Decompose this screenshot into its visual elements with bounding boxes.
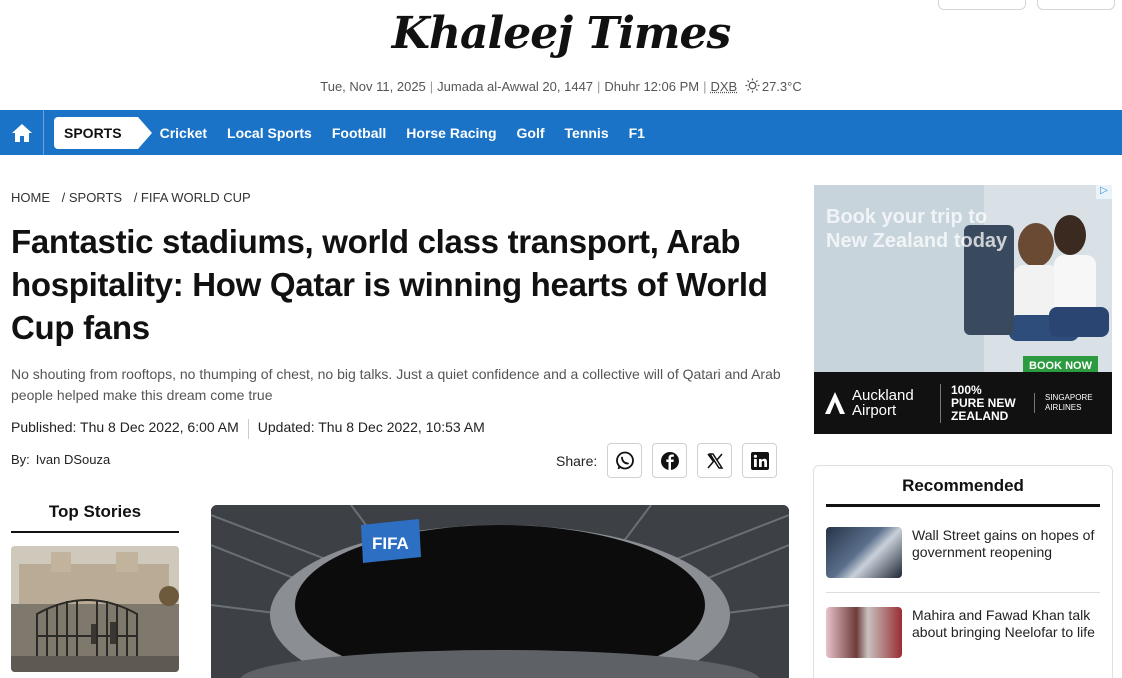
share-label: Share:: [556, 452, 598, 469]
linkedin-icon: [750, 451, 769, 470]
ad-sponsor-bar: Auckland Airport 100% PURE NEW ZEALAND S…: [814, 372, 1112, 434]
nav-link-f1[interactable]: F1: [629, 125, 645, 141]
divider: [247, 419, 249, 439]
top-stories-heading: Top Stories: [11, 502, 179, 533]
x-icon: [707, 452, 724, 469]
recommended-thumb: [826, 527, 902, 578]
article-summary: No shouting from rooftops, no thumping o…: [11, 366, 781, 403]
facebook-icon: [660, 451, 679, 470]
fifa-sign-text: FIFA: [372, 534, 409, 553]
home-icon: [11, 123, 32, 142]
recommended-panel: Recommended Wall Street gains on hopes o…: [813, 465, 1113, 678]
byline: By: Ivan DSouza: [11, 452, 110, 467]
hijri-date: Jumada al-Awwal 20, 1447: [437, 79, 594, 94]
breadcrumb-world-cup[interactable]: / FIFA WORLD CUP: [134, 190, 251, 205]
airport-logo-icon: [825, 392, 845, 414]
gregorian-date: Tue, Nov 11, 2025: [320, 79, 426, 94]
recommended-title[interactable]: Wall Street gains on hopes of government…: [912, 527, 1100, 578]
recommended-heading: Recommended: [826, 476, 1100, 507]
top-story-image[interactable]: [11, 546, 179, 672]
share-whatsapp-button[interactable]: [607, 443, 643, 478]
site-logo[interactable]: Khaleej Times: [0, 8, 1122, 59]
breadcrumb: HOME / SPORTS / FIFA WORLD CUP: [11, 190, 259, 205]
recommended-item[interactable]: Mahira and Fawad Khan talk about bringin…: [826, 593, 1100, 672]
logo-text: Khaleej Times: [391, 8, 731, 59]
breadcrumb-sports[interactable]: / SPORTS: [62, 190, 122, 205]
share-bar: Share:: [556, 443, 787, 478]
article-dates: Published: Thu 8 Dec 2022, 6:00 AM Updat…: [11, 419, 485, 439]
gate-photo: [11, 546, 179, 672]
nav-link-football[interactable]: Football: [332, 125, 386, 141]
nav-link-horse-racing[interactable]: Horse Racing: [406, 125, 496, 141]
section-nav: SPORTS Cricket Local Sports Football Hor…: [0, 110, 1122, 155]
temperature: 27.3°C: [761, 79, 802, 94]
article-hero-image[interactable]: FIFA: [211, 505, 789, 678]
nav-link-cricket[interactable]: Cricket: [160, 125, 207, 141]
nav-links: Cricket Local Sports Football Horse Raci…: [160, 125, 665, 141]
author-name[interactable]: Ivan DSouza: [36, 452, 110, 467]
byline-label: By:: [11, 452, 30, 467]
share-linkedin-button[interactable]: [742, 443, 778, 478]
published-date: Published: Thu 8 Dec 2022, 6:00 AM: [11, 419, 239, 435]
stadium-photo: FIFA: [211, 505, 789, 678]
advertisement[interactable]: Book your trip to New Zealand today BOOK…: [814, 185, 1112, 434]
share-facebook-button[interactable]: [652, 443, 688, 478]
home-button[interactable]: [0, 110, 44, 155]
recommended-title[interactable]: Mahira and Fawad Khan talk about bringin…: [912, 607, 1100, 658]
dateline: Tue, Nov 11, 2025 | Jumada al-Awwal 20, 14…: [320, 78, 802, 94]
article-headline: Fantastic stadiums, world class transpor…: [11, 223, 768, 346]
ad-sponsor-tourism: 100% PURE NEW ZEALAND: [940, 383, 1018, 423]
current-section-pill[interactable]: SPORTS: [54, 116, 152, 149]
ad-sponsor-airport: Auckland Airport: [852, 387, 914, 419]
nav-link-golf[interactable]: Golf: [517, 125, 545, 141]
recommended-thumb: [826, 607, 902, 658]
share-x-button[interactable]: [697, 443, 733, 478]
city-code[interactable]: DXB: [710, 79, 737, 94]
sun-icon: [745, 78, 760, 93]
prayer-time: Dhuhr 12:06 PM: [604, 79, 700, 94]
whatsapp-icon: [615, 451, 634, 469]
breadcrumb-home[interactable]: HOME: [11, 190, 50, 205]
updated-date: Updated: Thu 8 Dec 2022, 10:53 AM: [257, 419, 485, 435]
ad-headline: Book your trip to New Zealand today: [826, 206, 1008, 252]
ad-sponsor-airline: SINGAPORE AIRLINES: [1034, 393, 1094, 413]
recommended-item[interactable]: Wall Street gains on hopes of government…: [826, 507, 1100, 593]
nav-link-tennis[interactable]: Tennis: [565, 125, 609, 141]
ad-choices-icon[interactable]: ▷: [1096, 185, 1112, 199]
nav-link-local-sports[interactable]: Local Sports: [227, 125, 312, 141]
